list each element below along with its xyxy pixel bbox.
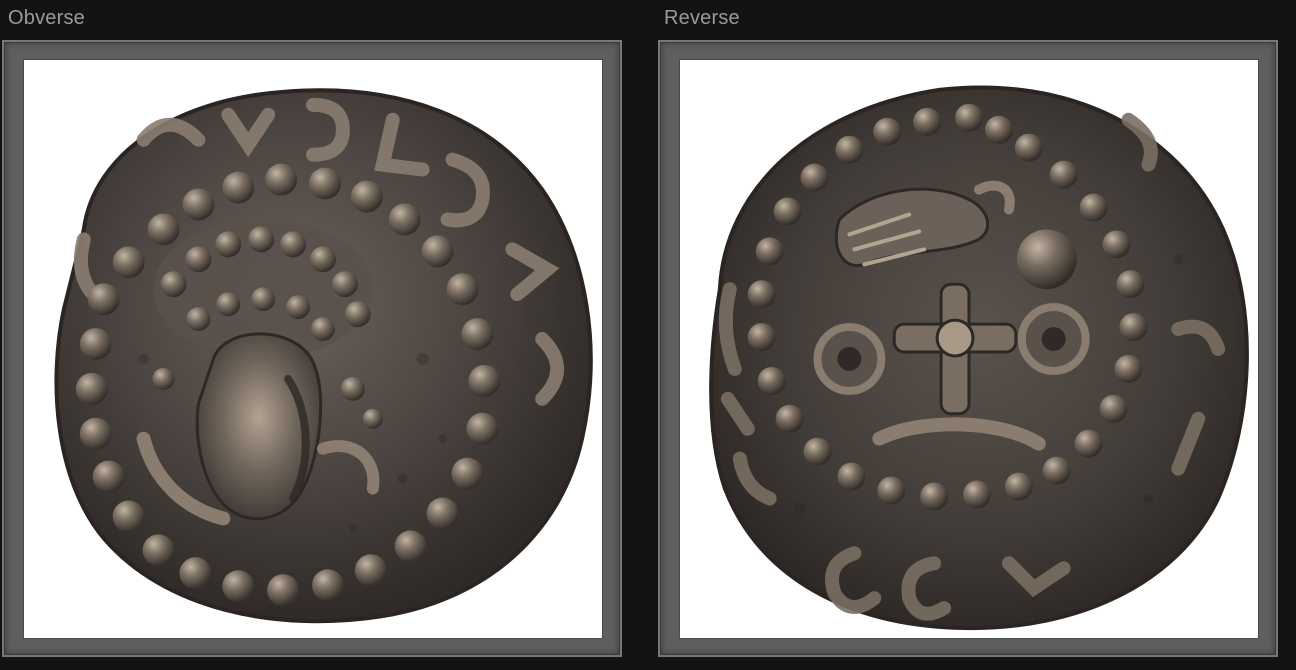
obverse-frame: [2, 40, 622, 657]
obverse-panel: Obverse: [0, 0, 626, 670]
obverse-label: Obverse: [8, 7, 85, 29]
reverse-image[interactable]: [680, 60, 1258, 638]
coin-viewer: Obverse Reverse: [0, 0, 1296, 670]
reverse-coin-illustration: [709, 85, 1249, 631]
obverse-image[interactable]: [24, 60, 602, 638]
obverse-coin-illustration: [54, 88, 593, 624]
reverse-panel: Reverse: [656, 0, 1282, 670]
reverse-label: Reverse: [664, 7, 740, 29]
reverse-frame: [658, 40, 1278, 657]
